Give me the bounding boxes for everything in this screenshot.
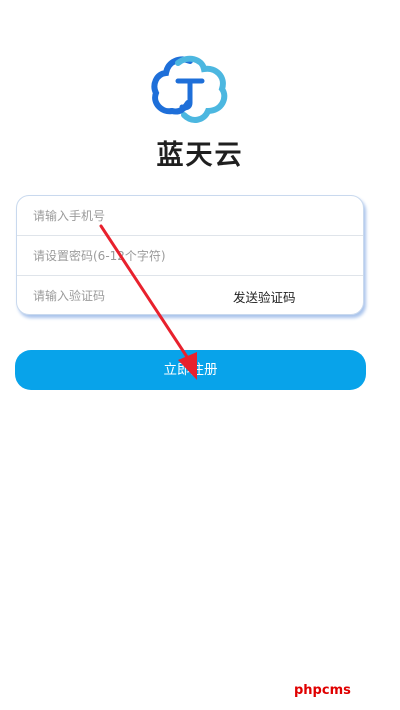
app-name: 蓝天云 [156, 140, 244, 171]
registration-form: 发送验证码 [16, 195, 364, 315]
code-row: 发送验证码 [17, 276, 363, 314]
phone-input[interactable] [17, 196, 233, 235]
password-row [17, 236, 363, 276]
register-button[interactable]: 立即注册 [15, 350, 366, 390]
watermark: phpcms [294, 683, 351, 698]
verification-code-input[interactable] [17, 276, 233, 314]
password-input[interactable] [17, 236, 233, 275]
cloud-logo-icon [151, 55, 228, 123]
send-code-button[interactable]: 发送验证码 [233, 287, 296, 306]
phone-row [17, 196, 363, 236]
